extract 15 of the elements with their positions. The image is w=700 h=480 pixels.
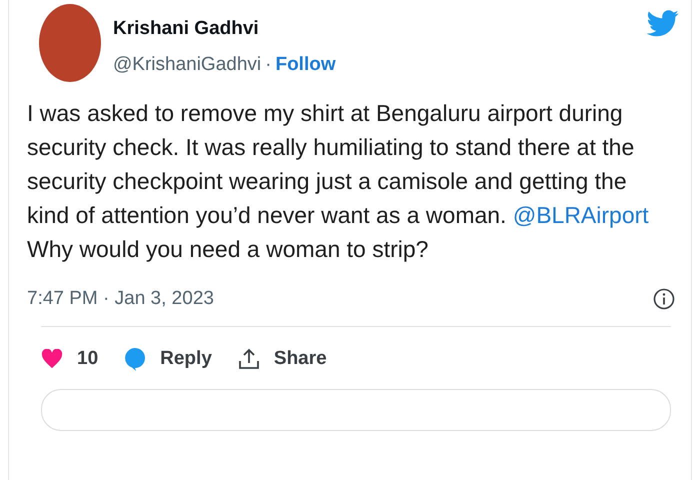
author-name: Krishani Gadhvi — [113, 18, 260, 40]
like-button[interactable]: 10 — [41, 348, 98, 370]
bird-logo-icon[interactable] — [647, 10, 679, 37]
author-handle: @KrishaniGadhvi — [113, 54, 262, 76]
mention-link[interactable]: @BLRAirport — [512, 202, 649, 228]
speech-bubble-icon — [124, 347, 146, 371]
info-icon[interactable] — [653, 288, 675, 310]
follow-link[interactable]: Follow — [275, 54, 336, 76]
reply-button[interactable]: Reply — [124, 347, 212, 371]
separator: · — [265, 54, 272, 76]
share-icon — [238, 348, 260, 370]
timestamp[interactable]: 7:47 PM · Jan 3, 2023 — [27, 288, 214, 310]
tweet-text: I was asked to remove my shirt at Bengaluru airport during security check. It was really humiliating to stand there at the security checkpoint wearing just a camisole and getting the kind of attention you’d never want as a woman. @BLRAirport Why would you need a woman to strip? — [27, 99, 650, 264]
heart-icon — [41, 349, 63, 369]
share-button[interactable]: Share — [238, 348, 327, 370]
